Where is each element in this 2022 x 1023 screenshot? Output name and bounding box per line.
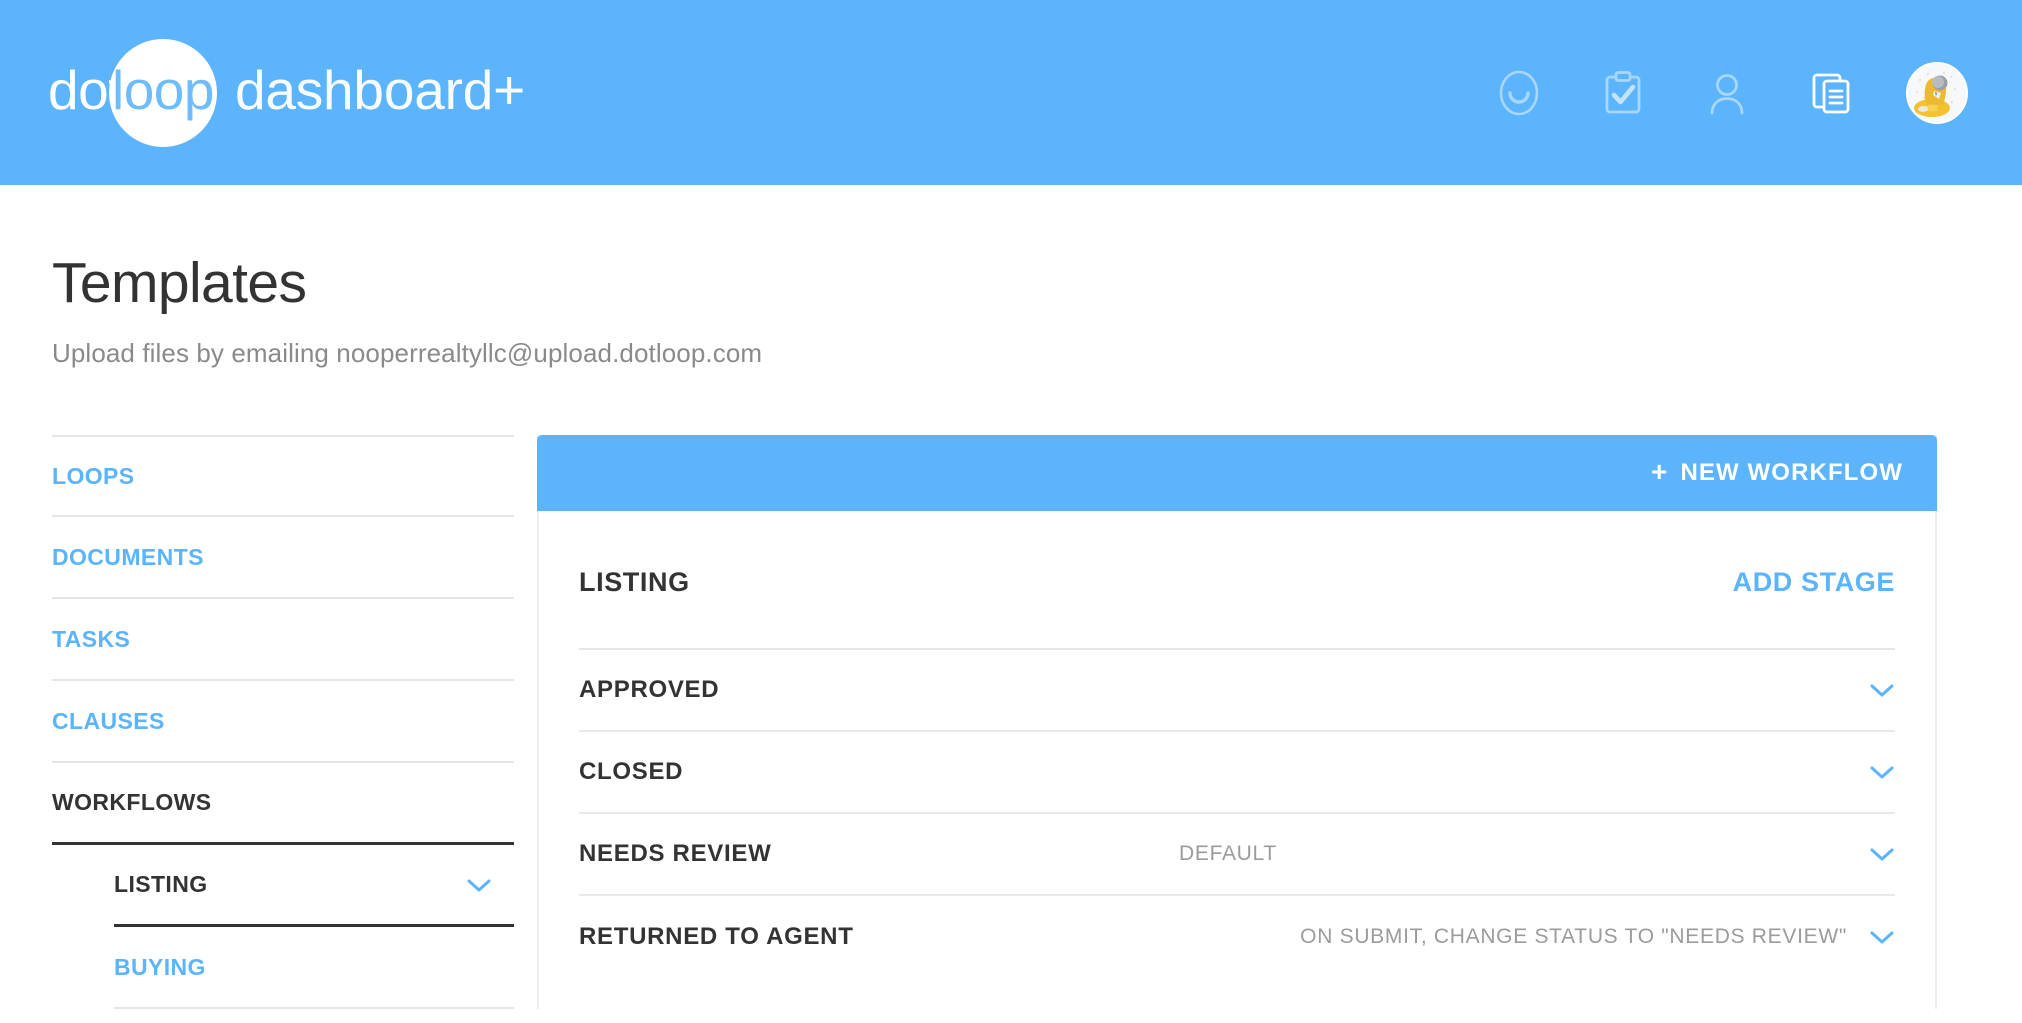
- header-icon-group: [1490, 61, 1968, 124]
- stage-name: APPROVED: [579, 676, 720, 703]
- sidebar-nav: LOOPS DOCUMENTS TASKS CLAUSES WORKFLOWS …: [52, 435, 514, 1009]
- person-icon[interactable]: [1698, 64, 1756, 122]
- smiley-loop-icon[interactable]: [1490, 64, 1548, 122]
- workflow-title: LISTING: [579, 567, 690, 597]
- stage-row[interactable]: CLOSED: [579, 732, 1895, 814]
- stage-row[interactable]: RETURNED TO AGENT ON SUBMIT, CHANGE STAT…: [579, 896, 1895, 978]
- panel-body: LISTING ADD STAGE APPROVED CLOSED NEEDS …: [539, 511, 1935, 978]
- sidebar-subitem-listing[interactable]: LISTING: [114, 845, 514, 927]
- chevron-down-icon[interactable]: [466, 877, 492, 893]
- brand-loop-circle: loop: [108, 38, 217, 147]
- content-row: LOOPS DOCUMENTS TASKS CLAUSES WORKFLOWS …: [52, 435, 2022, 1009]
- stage-name: RETURNED TO AGENT: [579, 923, 854, 950]
- new-workflow-button[interactable]: + NEW WORKFLOW: [1651, 456, 1903, 487]
- sidebar-subitem-buying[interactable]: BUYING: [114, 927, 514, 1009]
- add-stage-button[interactable]: ADD STAGE: [1733, 567, 1895, 598]
- brand-loop-text: loop: [111, 58, 214, 121]
- sidebar-item-label: LOOPS: [52, 462, 135, 489]
- stage-name: CLOSED: [579, 758, 684, 785]
- workflow-heading: LISTING ADD STAGE: [579, 511, 1895, 650]
- stage-row[interactable]: NEEDS REVIEW DEFAULT: [579, 814, 1895, 896]
- chevron-down-icon[interactable]: [1869, 846, 1895, 862]
- chevron-down-icon[interactable]: [1869, 929, 1895, 945]
- sidebar-item-label: WORKFLOWS: [52, 789, 212, 815]
- stage-name: NEEDS REVIEW: [579, 840, 772, 867]
- stage-meta: ON SUBMIT, CHANGE STATUS TO "NEEDS REVIE…: [1300, 925, 1847, 948]
- panel-toolbar: + NEW WORKFLOW: [537, 435, 1937, 511]
- page-subtitle: Upload files by emailing nooperrealtyllc…: [52, 338, 763, 368]
- plus-icon: +: [1651, 456, 1669, 487]
- stage-meta: DEFAULT: [1179, 842, 1277, 865]
- chevron-down-icon[interactable]: [1869, 764, 1895, 780]
- chevron-down-icon[interactable]: [1869, 682, 1895, 698]
- brand-dashboard-text: dashboard+: [234, 59, 526, 121]
- sidebar-item-documents[interactable]: DOCUMENTS: [52, 517, 514, 599]
- sidebar-item-clauses[interactable]: CLAUSES: [52, 681, 514, 763]
- sidebar-item-tasks[interactable]: TASKS: [52, 599, 514, 681]
- sidebar-item-label: TASKS: [52, 625, 131, 652]
- workflow-panel: + NEW WORKFLOW LISTING ADD STAGE APPROVE…: [537, 435, 1937, 1009]
- sidebar-item-label: DOCUMENTS: [52, 543, 204, 570]
- stage-row[interactable]: APPROVED: [579, 650, 1895, 732]
- new-workflow-label: NEW WORKFLOW: [1680, 459, 1903, 486]
- sidebar-item-label: CLAUSES: [52, 707, 165, 734]
- sidebar-item-workflows[interactable]: WORKFLOWS: [52, 763, 514, 845]
- user-avatar[interactable]: [1906, 61, 1968, 124]
- brand-logo[interactable]: dot loop dashboard+: [48, 0, 525, 185]
- clipboard-check-icon[interactable]: [1594, 64, 1652, 122]
- sidebar-subitem-label: LISTING: [114, 871, 208, 897]
- sidebar-item-loops[interactable]: LOOPS: [52, 435, 514, 517]
- page-title: Templates: [52, 251, 307, 315]
- app-header: dot loop dashboard+: [0, 0, 2022, 185]
- page-body: Templates Upload files by emailing noope…: [0, 255, 2022, 1023]
- sidebar-subitem-label: BUYING: [114, 953, 206, 980]
- documents-stack-icon[interactable]: [1802, 64, 1860, 122]
